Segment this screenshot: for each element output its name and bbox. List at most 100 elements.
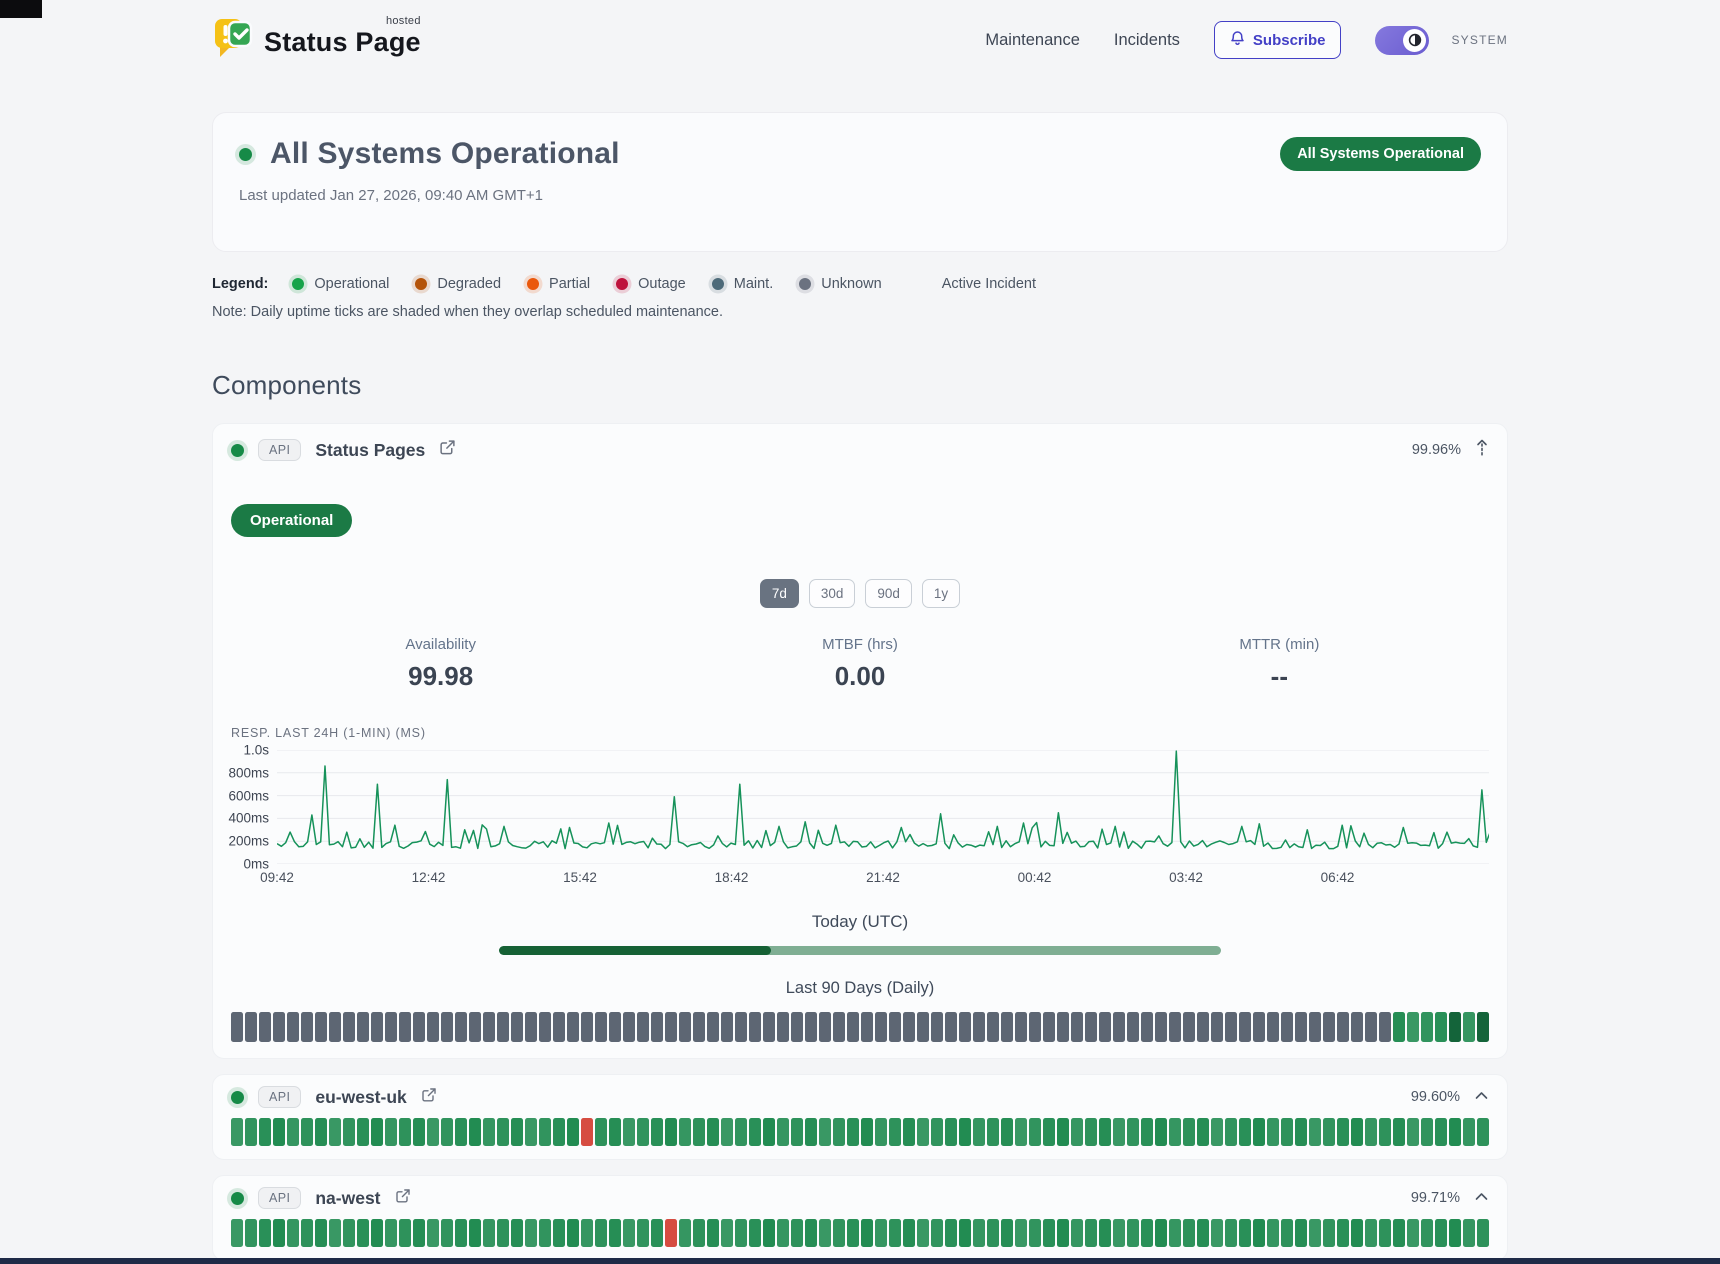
collapse-icon[interactable]: [1475, 438, 1489, 462]
component-card-status-pages: API Status Pages 99.96%: [212, 423, 1508, 1059]
metric: MTBF (hrs)0.00: [650, 636, 1069, 692]
uptime-tick: [1435, 1012, 1447, 1042]
uptime-tick: [959, 1219, 971, 1247]
uptime-tick: [1043, 1118, 1055, 1146]
uptime-tick: [651, 1012, 663, 1042]
uptime-tick: [987, 1219, 999, 1247]
uptime-tick: [343, 1012, 355, 1042]
brand-hosted-label: hosted: [386, 16, 421, 27]
response-time-chart: 1.0s800ms600ms400ms200ms0ms: [231, 750, 1489, 864]
component-header[interactable]: API eu-west-uk 99.60%: [231, 1086, 1489, 1108]
uptime-tick: [1421, 1118, 1433, 1146]
uptime-tick: [749, 1118, 761, 1146]
uptime-tick: [777, 1118, 789, 1146]
uptime-tick: [483, 1118, 495, 1146]
uptime-tick: [1225, 1118, 1237, 1146]
nav-maintenance[interactable]: Maintenance: [985, 31, 1079, 50]
uptime-tick: [1281, 1012, 1293, 1042]
external-link-icon[interactable]: [395, 1188, 411, 1209]
uptime-tick: [917, 1118, 929, 1146]
uptime-tick: [385, 1118, 397, 1146]
uptime-tick: [301, 1219, 313, 1247]
uptime-tick: [525, 1012, 537, 1042]
component-uptime: 99.71%: [1411, 1190, 1460, 1206]
uptime-tick: [917, 1219, 929, 1247]
uptime-tick: [595, 1012, 607, 1042]
uptime-tick: [931, 1118, 943, 1146]
uptime-tick: [889, 1219, 901, 1247]
uptime-tick: [1393, 1219, 1405, 1247]
uptime-tick: [833, 1118, 845, 1146]
uptime-tick: [763, 1012, 775, 1042]
range-selector: 7d 30d 90d 1y: [231, 579, 1489, 608]
uptime-ticks-status-pages: [231, 1012, 1489, 1042]
uptime-tick: [301, 1012, 313, 1042]
uptime-tick: [945, 1118, 957, 1146]
component-status-dot: [231, 444, 244, 457]
range-button-7d[interactable]: 7d: [760, 579, 799, 608]
uptime-tick: [931, 1219, 943, 1247]
uptime-tick: [875, 1219, 887, 1247]
range-button-30d[interactable]: 30d: [809, 579, 856, 608]
uptime-tick: [1155, 1219, 1167, 1247]
overall-status-card: All Systems Operational Last updated Jan…: [212, 112, 1508, 252]
main-nav: Maintenance Incidents Subscribe: [985, 21, 1508, 59]
uptime-ticks-na-west: [231, 1219, 1489, 1247]
legend-dot: [292, 278, 304, 290]
component-header[interactable]: API na-west 99.71%: [231, 1187, 1489, 1209]
external-link-icon[interactable]: [421, 1087, 437, 1108]
uptime-tick: [1085, 1012, 1097, 1042]
component-uptime: 99.96%: [1412, 442, 1461, 458]
uptime-tick: [1407, 1118, 1419, 1146]
uptime-tick: [1407, 1219, 1419, 1247]
uptime-tick: [273, 1219, 285, 1247]
uptime-tick: [553, 1012, 565, 1042]
uptime-tick: [735, 1219, 747, 1247]
uptime-tick: [1477, 1118, 1489, 1146]
uptime-tick: [399, 1118, 411, 1146]
uptime-tick: [329, 1012, 341, 1042]
uptime-tick: [1379, 1118, 1391, 1146]
uptime-tick: [1295, 1118, 1307, 1146]
uptime-tick: [245, 1219, 257, 1247]
uptime-tick: [721, 1118, 733, 1146]
uptime-tick: [1169, 1012, 1181, 1042]
uptime-tick: [469, 1012, 481, 1042]
uptime-tick: [665, 1012, 677, 1042]
legend-item: Partial: [527, 276, 590, 292]
range-button-90d[interactable]: 90d: [865, 579, 912, 608]
uptime-tick: [1141, 1219, 1153, 1247]
uptime-tick: [1113, 1012, 1125, 1042]
uptime-tick: [357, 1219, 369, 1247]
component-uptime: 99.60%: [1411, 1089, 1460, 1105]
today-progress-bar: [499, 946, 1221, 955]
uptime-tick: [441, 1219, 453, 1247]
uptime-tick: [497, 1118, 509, 1146]
uptime-tick: [987, 1118, 999, 1146]
uptime-tick: [1001, 1118, 1013, 1146]
uptime-tick: [455, 1118, 467, 1146]
range-button-1y[interactable]: 1y: [922, 579, 960, 608]
component-header[interactable]: API Status Pages 99.96%: [231, 438, 1489, 462]
legend-note: Note: Daily uptime ticks are shaded when…: [212, 304, 1508, 320]
uptime-tick: [903, 1219, 915, 1247]
nav-incidents[interactable]: Incidents: [1114, 31, 1180, 50]
brand-logo-icon: [212, 16, 254, 65]
uptime-tick: [1169, 1118, 1181, 1146]
uptime-tick: [1183, 1219, 1195, 1247]
external-link-icon[interactable]: [439, 439, 456, 461]
uptime-tick: [1449, 1219, 1461, 1247]
legend-items: OperationalDegradedPartialOutageMaint.Un…: [292, 276, 881, 292]
subscribe-button[interactable]: Subscribe: [1214, 21, 1342, 59]
uptime-tick: [1365, 1118, 1377, 1146]
uptime-tick: [1099, 1219, 1111, 1247]
chevron-up-icon[interactable]: [1474, 1088, 1489, 1106]
theme-toggle[interactable]: [1375, 26, 1429, 55]
chevron-up-icon[interactable]: [1474, 1189, 1489, 1207]
uptime-tick: [287, 1219, 299, 1247]
uptime-tick: [1281, 1118, 1293, 1146]
uptime-tick: [749, 1012, 761, 1042]
uptime-tick: [1337, 1118, 1349, 1146]
uptime-tick: [889, 1012, 901, 1042]
y-tick-label: 400ms: [228, 811, 269, 826]
